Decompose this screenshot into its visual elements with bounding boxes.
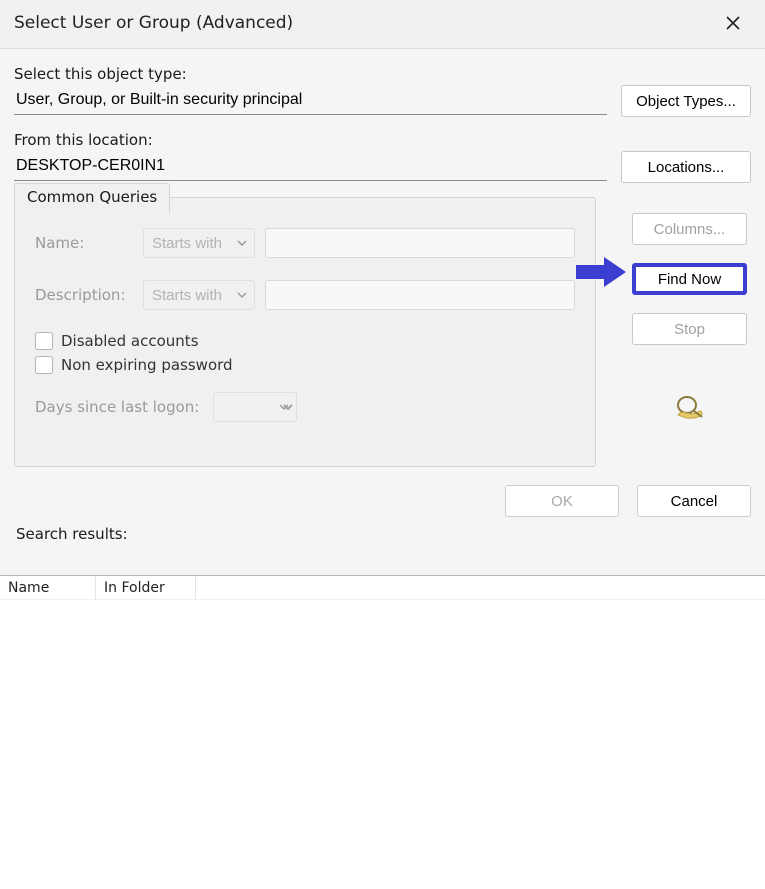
non-expiring-checkbox[interactable]: Non expiring password: [35, 356, 575, 374]
locations-button[interactable]: Locations...: [621, 151, 751, 183]
description-filter-row: Description: Starts with: [35, 280, 575, 310]
object-type-group: Select this object type: Object Types...: [14, 65, 751, 117]
non-expiring-label: Non expiring password: [61, 356, 233, 374]
columns-button[interactable]: Columns...: [632, 213, 747, 245]
column-header-name[interactable]: Name: [0, 576, 96, 599]
days-since-label: Days since last logon:: [35, 398, 199, 416]
object-types-button[interactable]: Object Types...: [621, 85, 751, 117]
stop-button[interactable]: Stop: [632, 313, 747, 345]
description-match-select[interactable]: Starts with: [143, 280, 255, 310]
common-queries-panel: Name: Starts with Description:: [14, 197, 596, 467]
disabled-accounts-checkbox[interactable]: Disabled accounts: [35, 332, 575, 350]
location-label: From this location:: [14, 131, 751, 149]
days-since-select-wrap: [213, 392, 297, 422]
dialog-button-row: OK Cancel: [14, 485, 751, 517]
search-results-label: Search results:: [14, 523, 751, 545]
close-icon: [726, 16, 740, 30]
ok-button[interactable]: OK: [505, 485, 619, 517]
object-type-label: Select this object type:: [14, 65, 751, 83]
search-icon: [674, 393, 706, 423]
tab-common-queries[interactable]: Common Queries: [14, 183, 170, 213]
description-match-select-wrap: Starts with: [143, 280, 255, 310]
name-filter-row: Name: Starts with: [35, 228, 575, 258]
checkbox-box: [35, 332, 53, 350]
disabled-accounts-label: Disabled accounts: [61, 332, 199, 350]
name-match-select-wrap: Starts with: [143, 228, 255, 258]
search-results-list[interactable]: Name In Folder: [0, 575, 765, 889]
days-since-row: Days since last logon:: [35, 392, 575, 422]
description-filter-input[interactable]: [265, 280, 575, 310]
column-header-in-folder[interactable]: In Folder: [96, 576, 196, 599]
close-button[interactable]: [715, 8, 751, 38]
cancel-button[interactable]: Cancel: [637, 485, 751, 517]
dialog-body: Select this object type: Object Types...…: [0, 49, 765, 553]
side-button-column: Columns... Find Now Stop: [632, 197, 747, 423]
name-filter-input[interactable]: [265, 228, 575, 258]
common-queries-section: Common Queries Name: Starts with: [14, 197, 751, 467]
titlebar: Select User or Group (Advanced): [0, 0, 765, 49]
description-filter-label: Description:: [35, 286, 133, 304]
name-match-select[interactable]: Starts with: [143, 228, 255, 258]
checkbox-box: [35, 356, 53, 374]
location-group: From this location: Locations...: [14, 131, 751, 183]
object-type-input[interactable]: [14, 85, 607, 115]
annotation-arrow-icon: [576, 255, 628, 289]
find-now-button[interactable]: Find Now: [632, 263, 747, 295]
name-filter-label: Name:: [35, 234, 133, 252]
location-input[interactable]: [14, 151, 607, 181]
days-since-select[interactable]: [213, 392, 297, 422]
window-title: Select User or Group (Advanced): [14, 13, 293, 33]
results-header-row: Name In Folder: [0, 576, 765, 600]
